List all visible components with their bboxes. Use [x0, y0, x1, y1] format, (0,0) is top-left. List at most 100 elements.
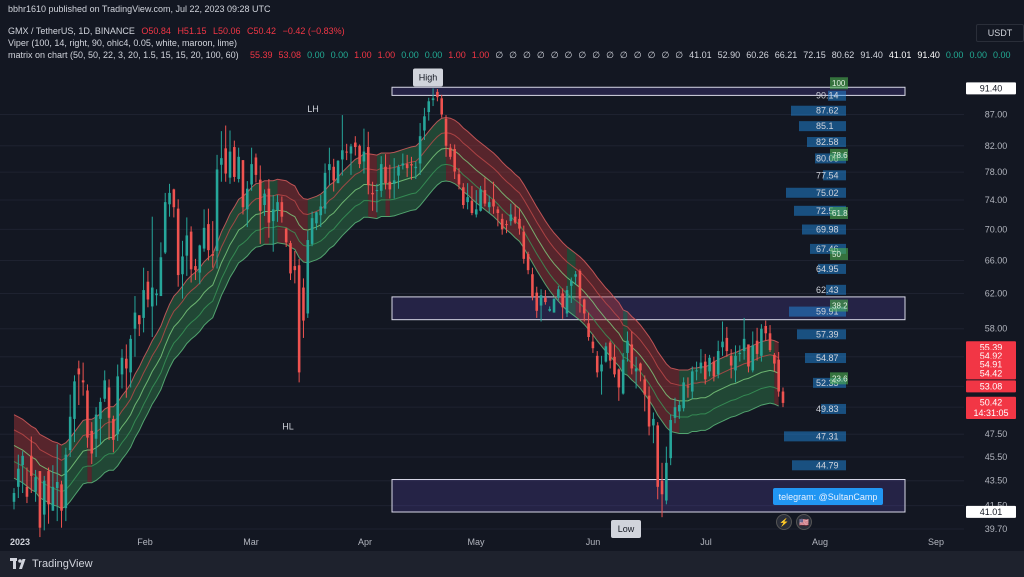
candle-body	[462, 187, 465, 206]
candle-body	[172, 189, 176, 208]
viper-value: 1.00	[471, 50, 490, 60]
candle-body	[267, 188, 271, 223]
currency-selector[interactable]: USDT	[976, 24, 1024, 42]
x-axis: 2023 Feb Mar Apr May Jun Jul Aug Sep	[10, 537, 944, 547]
candle-body	[68, 416, 72, 451]
x-tick-label: 2023	[10, 537, 30, 547]
candle-body	[621, 359, 625, 394]
candle-body	[233, 147, 236, 177]
candle-body	[449, 147, 452, 157]
candle-body	[466, 197, 469, 203]
candle-body	[120, 357, 124, 375]
candle-body	[194, 266, 197, 271]
candle-body	[535, 292, 539, 311]
x-tick-label: Jul	[700, 537, 712, 547]
vp-price-label: 69.98	[816, 225, 839, 235]
candle-body	[349, 146, 353, 154]
candle-body	[25, 486, 29, 497]
viper-value: 0.00	[330, 50, 349, 60]
y-tick-label: 39.70	[985, 524, 1008, 534]
candle-body	[729, 355, 733, 366]
candle-body	[397, 166, 400, 176]
candle-body	[496, 209, 500, 214]
candle-body	[129, 338, 132, 373]
vp-price-label: 54.87	[816, 353, 839, 363]
candle-body	[699, 362, 703, 369]
candle-body	[51, 486, 55, 511]
vp-price-label: 47.31	[816, 431, 839, 441]
viper-legend[interactable]: Viper (100, 14, right, 90, ohlc4, 0.05, …	[8, 38, 237, 48]
candle-body	[250, 164, 253, 185]
flag-icon[interactable]: 🇺🇸	[796, 514, 812, 530]
candle-body	[561, 293, 564, 308]
candle-body	[211, 254, 215, 256]
viper-value: 0.00	[401, 50, 419, 60]
candle-body	[436, 91, 439, 98]
viper-value: ∅	[564, 50, 573, 60]
candle-body	[176, 208, 180, 276]
ema-band	[575, 253, 624, 374]
matrix-label: matrix on chart (50, 50, 22, 3, 20, 1.5,…	[8, 50, 239, 60]
candle-body	[544, 297, 547, 303]
candle-body	[163, 202, 167, 253]
candle-body	[656, 425, 660, 487]
candle-body	[690, 371, 694, 392]
candle-body	[444, 118, 448, 146]
vp-price-label: 82.58	[816, 137, 839, 147]
candle-body	[721, 341, 724, 348]
candle-body	[392, 180, 396, 184]
candle-body	[483, 190, 487, 204]
published-line: bbhr1610 published on TradingView.com, J…	[8, 4, 271, 14]
x-tick-label: Apr	[358, 537, 372, 547]
candle-body	[215, 169, 219, 251]
candle-body	[94, 414, 98, 439]
candle-body	[220, 158, 223, 165]
candle-body	[751, 345, 755, 371]
candle-body	[557, 289, 560, 298]
candle-body	[591, 341, 595, 349]
candle-body	[643, 379, 647, 395]
candle-body	[777, 359, 780, 392]
matrix-legend[interactable]: matrix on chart (50, 50, 22, 3, 20, 1.5,…	[8, 50, 243, 60]
candle-body	[492, 199, 495, 207]
candle-body	[565, 290, 569, 314]
vp-price-label: 87.62	[816, 106, 839, 116]
candle-body	[747, 344, 750, 367]
y-tick-label: 78.00	[985, 167, 1008, 177]
candle-body	[107, 387, 111, 418]
y-tick-label: 58.00	[985, 324, 1008, 334]
viper-value: 1.00	[377, 50, 396, 60]
fib-label: 50	[832, 250, 841, 259]
candle-body	[716, 351, 720, 375]
candle-body	[647, 395, 651, 427]
candle-body	[587, 323, 590, 337]
lightning-icon[interactable]: ⚡	[776, 514, 792, 530]
candle-body	[168, 192, 171, 205]
candle-body	[362, 151, 366, 162]
candle-body	[323, 172, 327, 209]
candle-body	[284, 228, 288, 243]
annotation-label: High	[419, 73, 438, 83]
symbol-line: GMX / TetherUS, 1D, BINANCE O50.84 H51.1…	[8, 26, 349, 36]
symbol-name: GMX / TetherUS, 1D, BINANCE	[8, 26, 135, 36]
candle-body	[198, 245, 202, 273]
candle-body	[379, 164, 383, 191]
candle-body	[423, 116, 426, 131]
candle-body	[760, 328, 763, 356]
candle-body	[669, 419, 672, 459]
vp-price-label: 75.02	[816, 188, 839, 198]
viper-value: 1.00	[354, 50, 372, 60]
viper-value: 91.40	[860, 50, 883, 60]
candle-body	[427, 101, 431, 113]
candle-body	[440, 98, 443, 115]
candle-body	[34, 477, 37, 492]
y-tick-label: 82.00	[985, 141, 1008, 151]
candle-body	[384, 166, 387, 184]
candle-body	[159, 257, 163, 297]
candle-body	[764, 325, 768, 334]
candle-body	[678, 405, 681, 412]
candle-body	[604, 346, 608, 362]
viper-values: 55.39 53.08 0.00 0.00 1.00 1.00 0.00 0.00 1.00 1.…	[250, 50, 1017, 61]
candle-body	[358, 145, 361, 165]
candle-body	[12, 493, 16, 502]
